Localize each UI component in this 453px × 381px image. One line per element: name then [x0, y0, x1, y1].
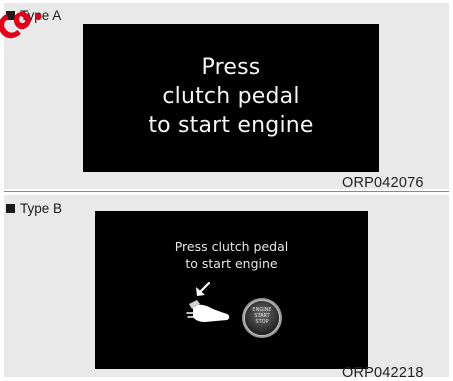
type-b-label: Type B: [20, 201, 63, 216]
type-b-image-code: ORP042218: [342, 365, 424, 381]
manual-page: Type A Press clutch pedal to start engin…: [0, 0, 453, 381]
bullet-square-icon: [6, 204, 15, 214]
type-b-heading: Type B: [6, 202, 62, 216]
type-b-display-screen: Press clutch pedal to start engine ENGIN…: [95, 211, 368, 369]
type-b-message: Press clutch pedal to start engine: [95, 238, 368, 272]
clutch-pedal-icon: [186, 281, 230, 322]
type-a-image-code: ORP042076: [342, 175, 424, 191]
type-b-message-line: to start engine: [185, 256, 278, 271]
type-a-message: Press clutch pedal to start engine: [83, 53, 379, 140]
section-divider: [4, 191, 449, 192]
type-a-message-line: to start engine: [148, 113, 314, 138]
watermark-logo-icon: [0, 11, 42, 39]
engine-start-stop-button-icon: [242, 298, 282, 338]
type-b-message-line: Press clutch pedal: [174, 239, 289, 254]
type-a-message-line: Press: [201, 55, 261, 80]
type-a-display-screen: Press clutch pedal to start engine: [83, 24, 379, 172]
type-a-message-line: clutch pedal: [162, 84, 300, 109]
